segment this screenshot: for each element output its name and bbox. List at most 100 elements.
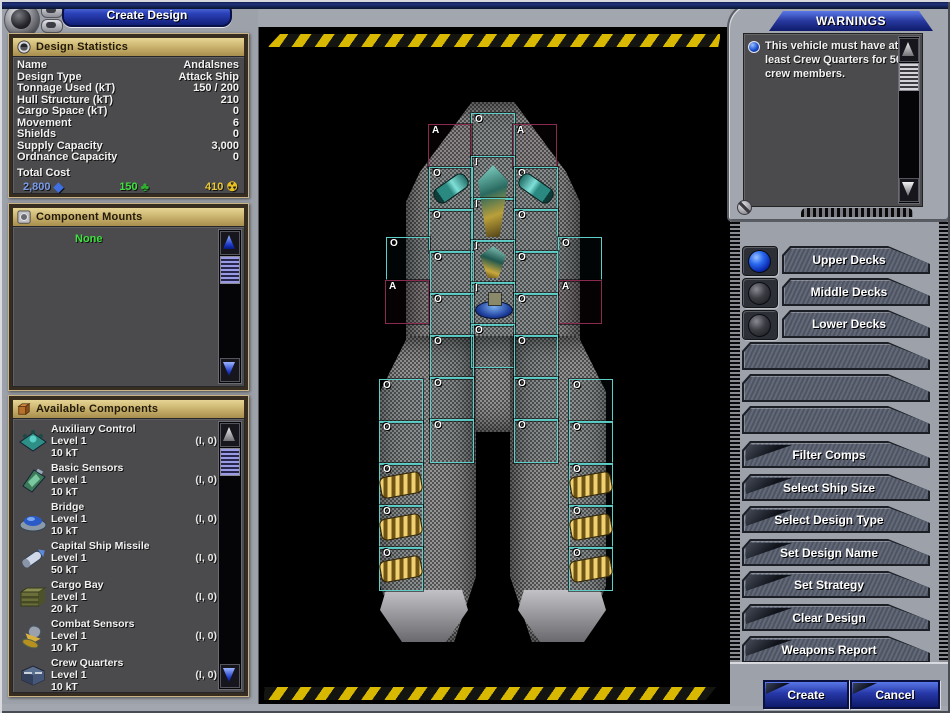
mounts-scroll-up-button[interactable] <box>220 231 240 255</box>
window-pill-button-bottom[interactable] <box>41 19 63 33</box>
ship-slot-i[interactable]: I <box>471 156 515 200</box>
blank-button-3[interactable] <box>742 406 930 434</box>
set-strategy-button[interactable]: Set Strategy <box>742 571 930 598</box>
screw-icon <box>737 200 752 215</box>
deck-radio-lower-decks[interactable] <box>742 310 778 340</box>
ship-slot-i[interactable]: I <box>471 240 515 284</box>
ship-slot-a[interactable]: A <box>428 124 472 168</box>
component-list-item-bridge[interactable]: BridgeLevel 110 kT(I, 0) <box>15 499 221 538</box>
ship-slot-o[interactable]: O <box>379 379 423 423</box>
ship-slot-o[interactable]: O <box>514 293 558 337</box>
ship-slot-i[interactable]: I <box>471 282 515 326</box>
warnings-scroll-thumb[interactable] <box>899 63 919 91</box>
deck-radio-middle-decks[interactable] <box>742 278 778 308</box>
set-design-name-button[interactable]: Set Design Name <box>742 539 930 566</box>
component-name: Crew Quarters <box>51 657 175 669</box>
components-scroll-up-button[interactable] <box>220 423 240 447</box>
component-name: Capital Ship Missile <box>51 540 175 552</box>
button-label: Weapons Report <box>781 643 890 657</box>
ship-slot-o[interactable]: O <box>569 463 613 507</box>
available-components-body: Auxiliary ControlLevel 110 kT(I, 0)Basic… <box>12 418 245 693</box>
ship-slot-o[interactable]: O <box>514 167 558 211</box>
deck-button-lower-decks[interactable]: Lower Decks <box>782 310 930 338</box>
ship-slot-o[interactable]: O <box>471 113 515 157</box>
component-list-item-cargo-bay[interactable]: Cargo BayLevel 120 kT(I, 0) <box>15 577 221 616</box>
ship-slot-o[interactable]: O <box>514 419 558 463</box>
blank-button-1[interactable] <box>742 342 930 370</box>
components-scrollbar[interactable] <box>218 421 242 690</box>
ship-slot-o[interactable]: O <box>379 421 423 465</box>
create-button[interactable]: Create <box>763 680 849 709</box>
component-size: 20 kT <box>51 603 175 615</box>
ship-slot-o[interactable]: O <box>430 293 474 337</box>
cancel-button[interactable]: Cancel <box>850 680 940 709</box>
component-list-item-basic-sensors[interactable]: Basic SensorsLevel 110 kT(I, 0) <box>15 460 221 499</box>
corner-fold-icon <box>853 683 877 694</box>
ship-slot-i[interactable]: I <box>471 198 515 242</box>
ship-slot-o[interactable]: O <box>379 463 423 507</box>
ship-slot-o[interactable]: O <box>430 335 474 379</box>
ship-slot-o[interactable]: O <box>569 379 613 423</box>
component-list-item-crew-quarters[interactable]: Crew QuartersLevel 110 kT(I, 0) <box>15 655 221 694</box>
component-mounts-header: Component Mounts <box>12 207 245 227</box>
warning-item: This vehicle must have at least Crew Qua… <box>744 34 922 81</box>
ship-slot-o[interactable]: O <box>429 209 473 253</box>
ship-slot-o[interactable]: O <box>514 377 558 421</box>
cancel-button-label: Cancel <box>875 688 914 702</box>
slot-label: O <box>562 238 570 249</box>
ship-slot-o[interactable]: O <box>569 505 613 549</box>
select-ship-size-button[interactable]: Select Ship Size <box>742 474 930 501</box>
ship-slot-o[interactable]: O <box>430 377 474 421</box>
component-list-item-capital-ship-missile[interactable]: Capital Ship MissileLevel 150 kT(I, 0) <box>15 538 221 577</box>
warnings-scroll-down-button[interactable] <box>899 178 919 202</box>
deck-radio-upper-decks[interactable] <box>742 246 778 276</box>
ship-slot-o[interactable]: O <box>558 237 602 281</box>
button-label: Clear Design <box>792 611 879 625</box>
ship-slot-o[interactable]: O <box>379 547 423 591</box>
ship-slot-o[interactable]: O <box>430 419 474 463</box>
component-mounts-empty-text: None <box>75 233 103 245</box>
ship-slot-o[interactable]: O <box>379 505 423 549</box>
button-face: Upper Decks <box>784 248 928 272</box>
components-scroll-thumb[interactable] <box>220 448 240 476</box>
ship-slot-o[interactable]: O <box>514 209 558 253</box>
cost-radioactives: 410☢ <box>205 181 238 193</box>
component-level: Level 1 <box>51 552 175 564</box>
warning-bullet-icon <box>748 41 760 53</box>
deck-button-middle-decks[interactable]: Middle Decks <box>782 278 930 306</box>
blank-button-2[interactable] <box>742 374 930 402</box>
ship-slot-a[interactable]: A <box>558 280 602 324</box>
component-count: (I, 0) <box>175 552 221 564</box>
ship-slot-a[interactable]: A <box>385 280 429 324</box>
slot-label: O <box>433 210 441 221</box>
mounts-scrollbar[interactable] <box>218 229 242 384</box>
warnings-scrollbar[interactable] <box>898 36 920 204</box>
ship-slot-o[interactable]: O <box>514 335 558 379</box>
warnings-scroll-up-button[interactable] <box>899 38 919 62</box>
components-scroll-down-button[interactable] <box>220 664 240 688</box>
clear-design-button[interactable]: Clear Design <box>742 604 930 631</box>
ship-slot-o[interactable]: O <box>471 324 515 368</box>
mounts-scroll-thumb[interactable] <box>220 256 240 284</box>
orb-icon <box>11 9 31 29</box>
component-list-item-combat-sensors[interactable]: Combat SensorsLevel 110 kT(I, 0) <box>15 616 221 655</box>
deck-button-upper-decks[interactable]: Upper Decks <box>782 246 930 274</box>
weapons-report-button[interactable]: Weapons Report <box>742 636 930 663</box>
slot-label: I <box>475 283 478 294</box>
ship-slot-o[interactable]: O <box>569 547 613 591</box>
ship-slot-o[interactable]: O <box>569 421 613 465</box>
ship-slot-o[interactable]: O <box>429 167 473 211</box>
mounts-scroll-down-button[interactable] <box>220 358 240 382</box>
button-face: Set Design Name <box>744 541 928 564</box>
ship-slot-o[interactable]: O <box>514 251 558 295</box>
select-design-type-button[interactable]: Select Design Type <box>742 506 930 533</box>
ship-slot-o[interactable]: O <box>430 251 474 295</box>
filter-comps-button[interactable]: Filter Comps <box>742 441 930 468</box>
ship-slot-o[interactable]: O <box>386 237 430 281</box>
component-text: Basic SensorsLevel 110 kT <box>51 462 175 498</box>
component-list-item-auxiliary-control[interactable]: Auxiliary ControlLevel 110 kT(I, 0) <box>15 421 221 460</box>
slot-label: O <box>383 464 391 475</box>
component-icon-auxiliary-control <box>15 428 51 454</box>
ship-slot-a[interactable]: A <box>513 124 557 168</box>
slot-label: O <box>518 336 526 347</box>
